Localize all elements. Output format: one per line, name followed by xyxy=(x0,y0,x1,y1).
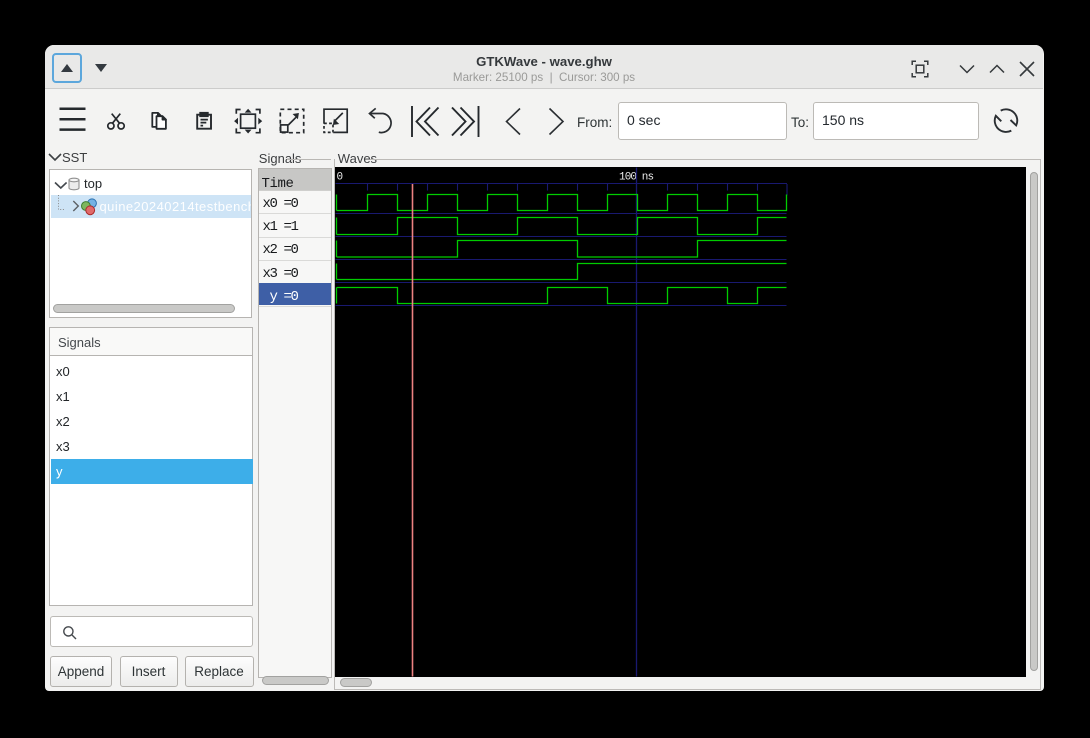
svg-text:0: 0 xyxy=(337,172,343,184)
